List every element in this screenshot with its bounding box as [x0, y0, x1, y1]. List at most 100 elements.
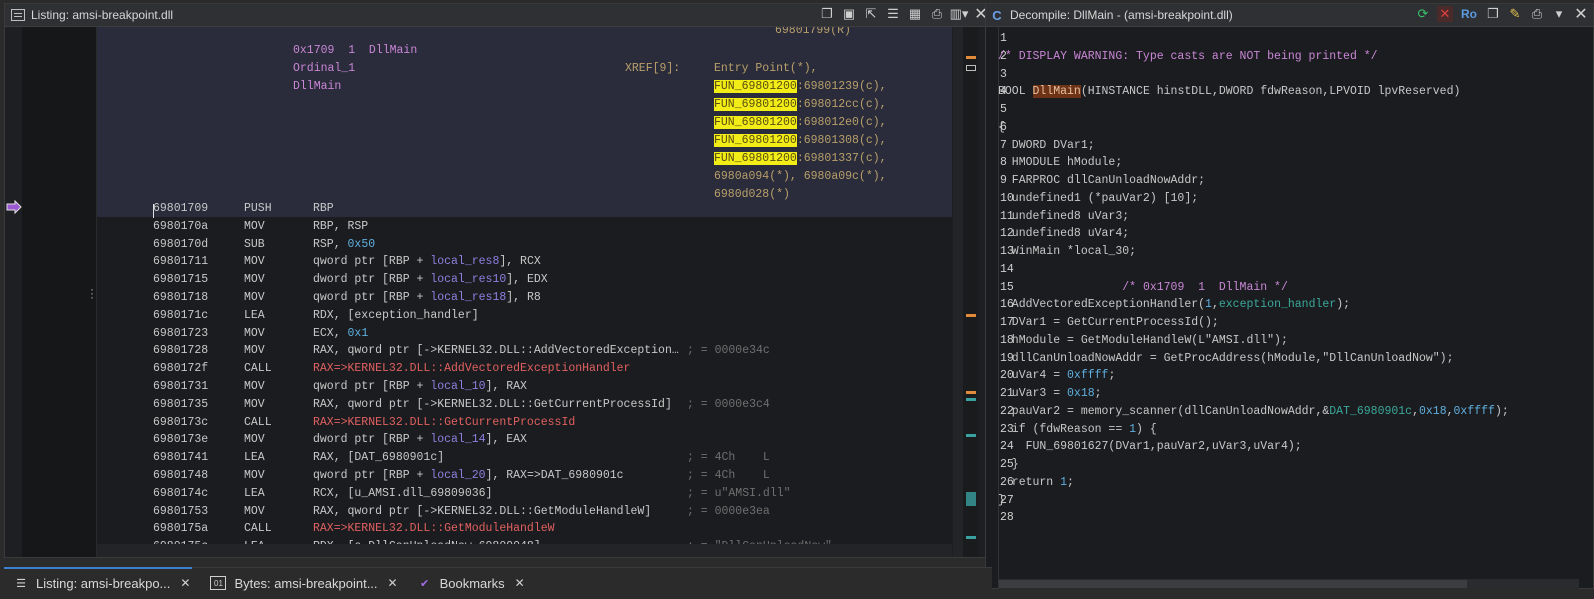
instruction-operands[interactable]: RAX, qword ptr [->KERNEL32.DLL::GetModul…	[313, 503, 651, 521]
tab-bookmark-check[interactable]: ✔ Bookmarks ✕	[408, 569, 535, 597]
toggle-signature-icon[interactable]: ✕	[1437, 6, 1453, 22]
code-line[interactable]: }	[998, 492, 1568, 510]
instruction-operands[interactable]: qword ptr [RBP + local_res18], R8	[313, 289, 541, 307]
instruction-address[interactable]: 69801709	[153, 200, 208, 218]
instruction-operands[interactable]: RSP, 0x50	[313, 236, 375, 254]
instruction-operands[interactable]: RAX=>KERNEL32.DLL::GetModuleHandleW	[313, 520, 555, 538]
instruction-mnemonic[interactable]: MOV	[244, 396, 265, 414]
code-line[interactable]: WinMain *local_30;	[998, 243, 1568, 261]
copy-icon[interactable]: ❐	[819, 6, 835, 22]
xref-item[interactable]: FUN_69801200:69801308(c),	[714, 132, 887, 150]
edit-signature-icon[interactable]: ✎	[1507, 6, 1523, 22]
instruction-mnemonic[interactable]: CALL	[244, 414, 272, 432]
instruction-address[interactable]: 6980170d	[153, 236, 208, 254]
instruction-address[interactable]: 69801753	[153, 503, 208, 521]
code-line[interactable]: /* 0x1709 1 DllMain */	[998, 279, 1568, 297]
code-line[interactable]	[998, 101, 1568, 119]
close-icon[interactable]: ✕	[1573, 6, 1589, 23]
instruction-address[interactable]: 6980173c	[153, 414, 208, 432]
drag-handle-icon[interactable]: · · ·	[90, 283, 94, 303]
code-line[interactable]: uVar3 = 0x18;	[998, 385, 1568, 403]
snapshot-icon[interactable]: ⎙	[1529, 6, 1545, 22]
tab-listing[interactable]: ☰ Listing: amsi-breakpo... ✕	[4, 567, 200, 597]
overview-marker[interactable]	[966, 434, 976, 437]
code-line[interactable]: FUN_69801627(DVar1,pauVar2,uVar3,uVar4);	[998, 438, 1568, 456]
instruction-operands[interactable]: RAX=>KERNEL32.DLL::AddVectoredExceptionH…	[313, 360, 630, 378]
instruction-address[interactable]: 6980175a	[153, 520, 208, 538]
menu-dropdown-icon[interactable]: ▾	[1551, 6, 1567, 22]
code-line[interactable]	[998, 509, 1568, 527]
close-tab-icon[interactable]: ✕	[515, 576, 525, 590]
xref-data-refs[interactable]: 6980a094(*), 6980a09c(*),	[714, 168, 887, 186]
instruction-mnemonic[interactable]: LEA	[244, 307, 265, 325]
code-line[interactable]: BOOL DllMain(HINSTANCE hinstDLL,DWORD fd…	[998, 83, 1568, 101]
instruction-operands[interactable]: RBP	[313, 200, 334, 218]
instruction-mnemonic[interactable]: MOV	[244, 325, 265, 343]
instruction-address[interactable]: 6980171c	[153, 307, 208, 325]
instruction-address[interactable]: 69801741	[153, 449, 208, 467]
instruction-operands[interactable]: RCX, [u_AMSI.dll_69809036]	[313, 485, 492, 503]
instruction-operands[interactable]: RBP, RSP	[313, 218, 368, 236]
diff-icon[interactable]: ▦	[907, 6, 923, 22]
instruction-address[interactable]: 69801728	[153, 342, 208, 360]
instruction-operands[interactable]: RAX=>KERNEL32.DLL::GetCurrentProcessId	[313, 414, 575, 432]
code-line[interactable]: uVar4 = 0xffff;	[998, 367, 1568, 385]
instruction-address[interactable]: 6980173e	[153, 431, 208, 449]
listing-fields-icon[interactable]: ☰	[885, 6, 901, 22]
decompile-code[interactable]: 1 2/* DISPLAY WARNING: Type casts are NOT…	[998, 30, 1578, 575]
listing-margin[interactable]: · · ·	[22, 27, 97, 557]
code-line[interactable]: /* DISPLAY WARNING: Type casts are NOT b…	[998, 48, 1568, 66]
overview-marker[interactable]	[966, 398, 976, 401]
code-line[interactable]: DWORD DVar1;	[998, 137, 1568, 155]
refresh-icon[interactable]: ⟳	[1415, 6, 1431, 22]
instruction-address[interactable]: 6980170a	[153, 218, 208, 236]
xref-function-link[interactable]: FUN_69801200	[714, 98, 797, 111]
instruction-mnemonic[interactable]: PUSH	[244, 200, 272, 218]
listing-horizontal-scrollbar[interactable]	[97, 544, 952, 557]
code-line[interactable]: }	[998, 456, 1568, 474]
code-line[interactable]: HMODULE hModule;	[998, 154, 1568, 172]
instruction-address[interactable]: 69801748	[153, 467, 208, 485]
instruction-operands[interactable]: RAX, [DAT_6980901c]	[313, 449, 444, 467]
code-line[interactable]	[998, 66, 1568, 84]
instruction-mnemonic[interactable]: LEA	[244, 485, 265, 503]
listing-overview-bar[interactable]	[963, 27, 979, 557]
layout-menu-icon[interactable]: ▥▾	[950, 6, 969, 22]
code-line[interactable]: undefined8 uVar4;	[998, 225, 1568, 243]
readonly-toggle[interactable]: Ro	[1459, 6, 1479, 22]
instruction-mnemonic[interactable]: CALL	[244, 360, 272, 378]
instruction-operands[interactable]: qword ptr [RBP + local_20], RAX=>DAT_698…	[313, 467, 624, 485]
instruction-mnemonic[interactable]: MOV	[244, 342, 265, 360]
instruction-operands[interactable]: RAX, qword ptr [->KERNEL32.DLL::GetCurre…	[313, 396, 672, 414]
instruction-mnemonic[interactable]: MOV	[244, 467, 265, 485]
instruction-mnemonic[interactable]: MOV	[244, 271, 265, 289]
code-line[interactable]: AddVectoredExceptionHandler(1,exception_…	[998, 296, 1568, 314]
xref-function-link[interactable]: FUN_69801200	[714, 134, 797, 147]
code-line[interactable]: pauVar2 = memory_scanner(dllCanUnloadNow…	[998, 403, 1568, 421]
instruction-address[interactable]: 69801718	[153, 289, 208, 307]
instruction-operands[interactable]: ECX, 0x1	[313, 325, 368, 343]
xref-item[interactable]: FUN_69801200:698012e0(c),	[714, 114, 887, 132]
xref-entry-point[interactable]: Entry Point(*),	[714, 60, 818, 78]
instruction-mnemonic[interactable]: LEA	[244, 449, 265, 467]
paste-icon[interactable]: ▣	[841, 6, 857, 22]
code-line[interactable]	[998, 261, 1568, 279]
xref-function-link[interactable]: FUN_69801200	[714, 116, 797, 129]
instruction-operands[interactable]: dword ptr [RBP + local_14], EAX	[313, 431, 527, 449]
code-line[interactable]	[998, 30, 1568, 48]
listing-vertical-scrollbar[interactable]	[953, 27, 963, 557]
overview-marker[interactable]	[966, 391, 976, 394]
xref-item[interactable]: FUN_69801200:698012cc(c),	[714, 96, 887, 114]
instruction-address[interactable]: 69801715	[153, 271, 208, 289]
overview-marker[interactable]	[966, 56, 976, 59]
instruction-mnemonic[interactable]: SUB	[244, 236, 265, 254]
xref-data-refs-2[interactable]: 6980d028(*)	[714, 186, 790, 204]
xref-function-link[interactable]: FUN_69801200	[714, 152, 797, 165]
instruction-mnemonic[interactable]: MOV	[244, 289, 265, 307]
code-line[interactable]: return 1;	[998, 474, 1568, 492]
instruction-address[interactable]: 6980174c	[153, 485, 208, 503]
overview-marker[interactable]	[966, 314, 976, 317]
overview-viewport[interactable]	[966, 65, 976, 71]
instruction-operands[interactable]: qword ptr [RBP + local_10], RAX	[313, 378, 527, 396]
code-line[interactable]: undefined1 (*pauVar2) [10];	[998, 190, 1568, 208]
